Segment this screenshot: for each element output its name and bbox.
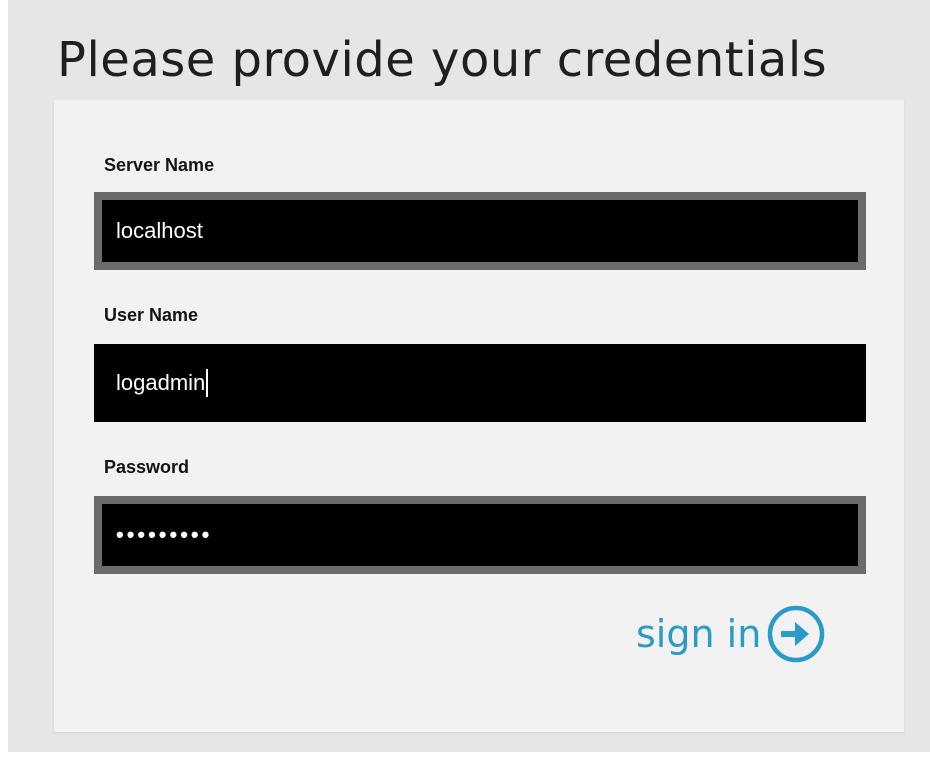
user-name-value: logadmin [116, 370, 206, 395]
user-name-label: User Name [104, 305, 199, 325]
server-name-field[interactable]: localhost [94, 192, 866, 270]
user-name-field[interactable]: logadmin [94, 344, 866, 422]
page-title: Please provide your credentials [57, 32, 828, 88]
server-name-value: localhost [116, 218, 203, 243]
text-cursor [206, 369, 209, 397]
password-label: Password [104, 457, 190, 477]
arrow-right-circle-icon [768, 605, 825, 663]
sign-in-label: sign in [636, 612, 762, 656]
sign-in-button[interactable]: sign in [636, 604, 825, 664]
password-field[interactable]: ••••••••• [94, 496, 866, 574]
password-masked-value: ••••••••• [116, 522, 213, 547]
server-name-label: Server Name [104, 155, 215, 175]
